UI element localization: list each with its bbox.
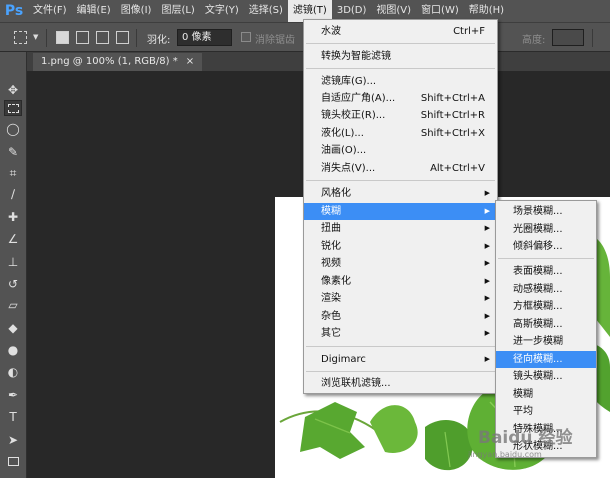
submenu-item-box-blur[interactable]: 方框模糊... bbox=[496, 298, 596, 315]
menu-item-water-wave[interactable]: 水波 Ctrl+F bbox=[304, 23, 497, 40]
photoshop-logo: Ps bbox=[4, 3, 24, 19]
rectangle-tool-icon[interactable] bbox=[4, 453, 22, 469]
submenu-item-motion-blur[interactable]: 动感模糊... bbox=[496, 281, 596, 298]
document-tab[interactable]: 1.png @ 100% (1, RGB/8) * × bbox=[33, 53, 203, 71]
separator bbox=[46, 29, 47, 47]
close-icon[interactable]: × bbox=[186, 53, 194, 71]
separator bbox=[136, 29, 137, 47]
submenu-item-field-blur[interactable]: 场景模糊... bbox=[496, 203, 596, 220]
crop-tool-icon[interactable]: ⌗ bbox=[4, 165, 22, 181]
submenu-item-average[interactable]: 平均 bbox=[496, 403, 596, 420]
chevron-right-icon: ▶ bbox=[484, 242, 490, 250]
menu-item-browse-online-filters[interactable]: 浏览联机滤镜... bbox=[304, 375, 497, 392]
filter-menu: 水波 Ctrl+F 转换为智能滤镜 滤镜库(G)... 自适应广角(A)... Sh… bbox=[303, 19, 498, 394]
submenu-item-blur-more[interactable]: 进一步模糊 bbox=[496, 333, 596, 350]
menu-item-pixelate[interactable]: 像素化 ▶ bbox=[304, 273, 497, 290]
separator bbox=[592, 29, 593, 47]
antialias-checkbox[interactable] bbox=[241, 32, 251, 42]
chevron-right-icon: ▶ bbox=[484, 355, 490, 363]
document-tab-title: 1.png @ 100% (1, RGB/8) * bbox=[41, 56, 178, 67]
blur-submenu: 场景模糊... 光圈模糊... 倾斜偏移... 表面模糊... 动感模糊... … bbox=[495, 200, 597, 458]
chevron-right-icon: ▶ bbox=[484, 277, 490, 285]
brush-tool-icon[interactable]: ∠ bbox=[4, 231, 22, 247]
chevron-right-icon: ▶ bbox=[484, 294, 490, 302]
menu-image[interactable]: 图像(I) bbox=[116, 0, 157, 22]
menu-edit[interactable]: 编辑(E) bbox=[72, 0, 116, 22]
add-selection-icon[interactable] bbox=[76, 31, 89, 44]
menu-layer[interactable]: 图层(L) bbox=[156, 0, 199, 22]
chevron-right-icon: ▶ bbox=[484, 207, 490, 215]
chevron-down-icon[interactable]: ▼ bbox=[33, 33, 38, 41]
menu-item-other[interactable]: 其它 ▶ bbox=[304, 325, 497, 342]
menu-type[interactable]: 文字(Y) bbox=[200, 0, 244, 22]
baidu-watermark: Baidu 经验 bbox=[478, 428, 573, 448]
chevron-right-icon: ▶ bbox=[484, 259, 490, 267]
menu-separator bbox=[306, 68, 495, 69]
menu-item-lens-correction[interactable]: 镜头校正(R)... Shift+Ctrl+R bbox=[304, 107, 497, 124]
antialias-label: 消除锯齿 bbox=[255, 35, 295, 46]
lasso-tool-icon[interactable]: ◯ bbox=[4, 121, 22, 137]
submenu-item-blur[interactable]: 模糊 bbox=[496, 386, 596, 403]
baidu-watermark-url: jingyan.baidu.com bbox=[468, 450, 542, 459]
intersect-selection-icon[interactable] bbox=[116, 31, 129, 44]
path-select-tool-icon[interactable]: ➤ bbox=[4, 432, 22, 448]
chevron-right-icon: ▶ bbox=[484, 224, 490, 232]
subtract-selection-icon[interactable] bbox=[96, 31, 109, 44]
chevron-right-icon: ▶ bbox=[484, 312, 490, 320]
menu-separator bbox=[306, 43, 495, 44]
eraser-tool-icon[interactable]: ▱ bbox=[4, 297, 22, 313]
move-tool-icon[interactable]: ✥ bbox=[4, 82, 22, 98]
menu-item-video[interactable]: 视频 ▶ bbox=[304, 255, 497, 272]
menu-item-noise[interactable]: 杂色 ▶ bbox=[304, 308, 497, 325]
chevron-right-icon: ▶ bbox=[484, 189, 490, 197]
submenu-item-radial-blur[interactable]: 径向模糊... bbox=[496, 351, 596, 368]
menu-item-digimarc[interactable]: Digimarc ▶ bbox=[304, 351, 497, 368]
pen-tool-icon[interactable]: ✒ bbox=[4, 387, 22, 403]
healing-brush-tool-icon[interactable]: ✚ bbox=[4, 209, 22, 225]
chevron-right-icon: ▶ bbox=[484, 329, 490, 337]
history-brush-tool-icon[interactable]: ↺ bbox=[4, 276, 22, 292]
feather-input[interactable]: 0 像素 bbox=[177, 29, 232, 46]
quick-select-tool-icon[interactable]: ✎ bbox=[4, 144, 22, 160]
dodge-tool-icon[interactable]: ◐ bbox=[4, 364, 22, 380]
menu-item-liquify[interactable]: 液化(L)... Shift+Ctrl+X bbox=[304, 125, 497, 142]
eyedropper-tool-icon[interactable]: ∕ bbox=[4, 186, 22, 202]
submenu-item-lens-blur[interactable]: 镜头模糊... bbox=[496, 368, 596, 385]
toolbox: ✥ ◯ ✎ ⌗ ∕ ✚ ∠ ⊥ ↺ ▱ ◆ ● ◐ ✒ T ➤ bbox=[0, 52, 27, 478]
menu-separator bbox=[306, 346, 495, 347]
menu-separator bbox=[306, 180, 495, 181]
marquee-tool-icon[interactable] bbox=[4, 100, 22, 116]
height-label: 高度: bbox=[522, 35, 546, 46]
new-selection-icon[interactable] bbox=[56, 31, 69, 44]
menu-separator bbox=[498, 258, 594, 259]
menu-item-distort[interactable]: 扭曲 ▶ bbox=[304, 220, 497, 237]
height-input[interactable] bbox=[552, 29, 584, 46]
menu-item-stylize[interactable]: 风格化 ▶ bbox=[304, 185, 497, 202]
menu-item-adaptive-wide-angle[interactable]: 自适应广角(A)... Shift+Ctrl+A bbox=[304, 90, 497, 107]
menu-item-blur[interactable]: 模糊 ▶ bbox=[304, 203, 497, 220]
submenu-item-gaussian-blur[interactable]: 高斯模糊... bbox=[496, 316, 596, 333]
menu-select[interactable]: 选择(S) bbox=[244, 0, 288, 22]
blur-tool-icon[interactable]: ● bbox=[4, 342, 22, 358]
type-tool-icon[interactable]: T bbox=[4, 409, 22, 425]
submenu-item-surface-blur[interactable]: 表面模糊... bbox=[496, 263, 596, 280]
clone-stamp-tool-icon[interactable]: ⊥ bbox=[4, 254, 22, 270]
submenu-item-tilt-shift[interactable]: 倾斜偏移... bbox=[496, 238, 596, 255]
menu-item-vanishing-point[interactable]: 消失点(V)... Alt+Ctrl+V bbox=[304, 160, 497, 177]
menu-item-render[interactable]: 渲染 ▶ bbox=[304, 290, 497, 307]
paint-bucket-tool-icon[interactable]: ◆ bbox=[4, 320, 22, 336]
menu-file[interactable]: 文件(F) bbox=[28, 0, 72, 22]
feather-label: 羽化: bbox=[147, 35, 171, 46]
menu-item-convert-smart-filter[interactable]: 转换为智能滤镜 bbox=[304, 48, 497, 65]
menu-item-filter-gallery[interactable]: 滤镜库(G)... bbox=[304, 73, 497, 90]
menu-item-oil-paint[interactable]: 油画(O)... bbox=[304, 142, 497, 159]
menu-separator bbox=[306, 371, 495, 372]
marquee-preset-icon[interactable] bbox=[14, 31, 27, 44]
menu-item-sharpen[interactable]: 锐化 ▶ bbox=[304, 238, 497, 255]
submenu-item-iris-blur[interactable]: 光圈模糊... bbox=[496, 221, 596, 238]
